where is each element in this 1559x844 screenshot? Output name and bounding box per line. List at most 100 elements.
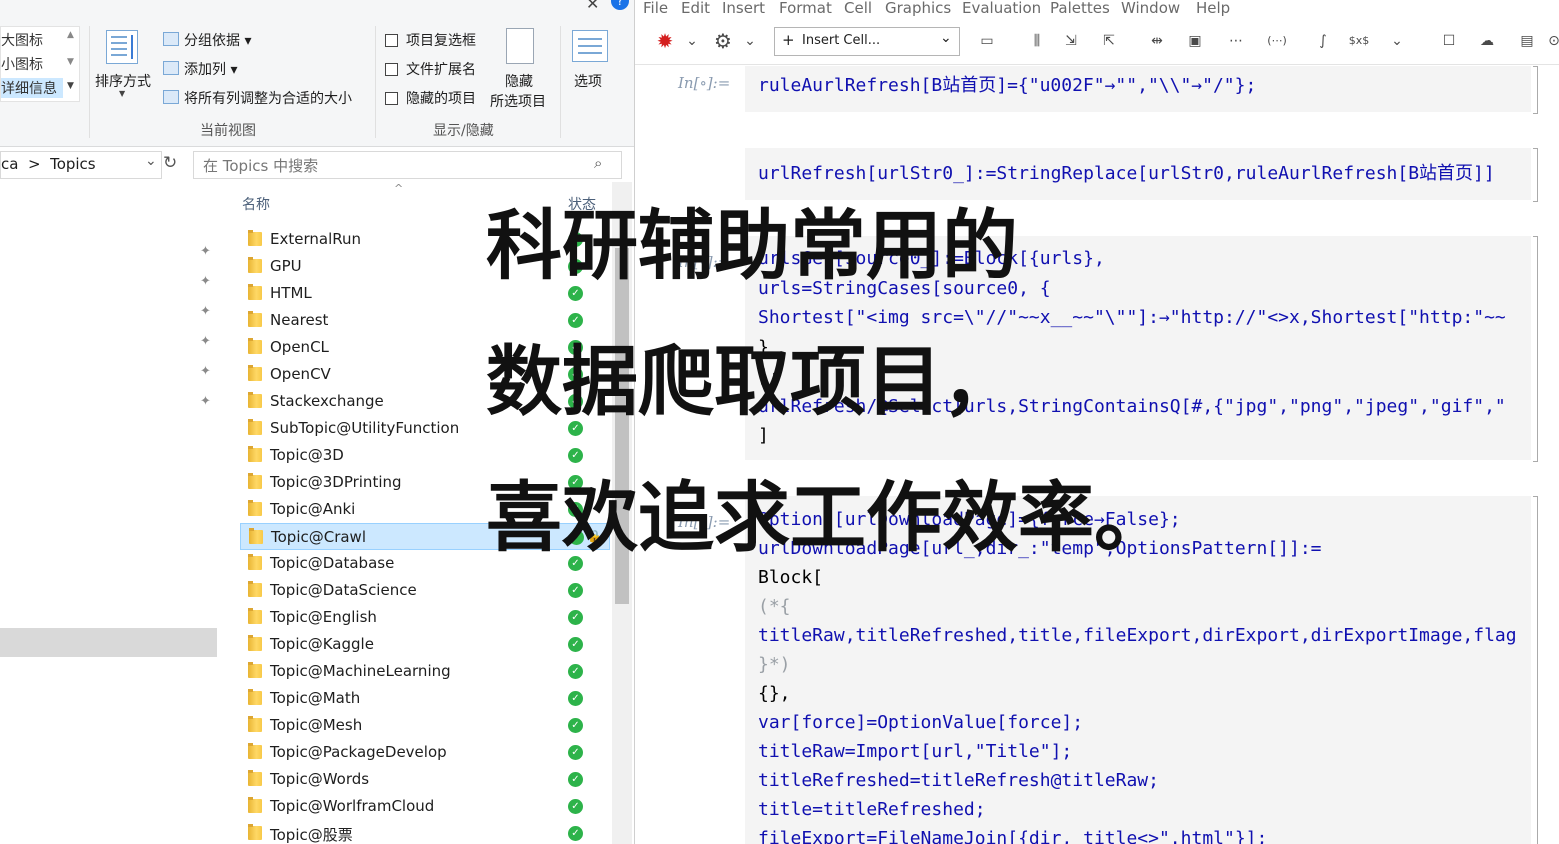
file-row[interactable]: Topic@English ✓ [240,604,610,631]
code-line[interactable]: (*{ [758,596,791,617]
cell-bracket[interactable] [1533,496,1538,844]
pin-icon[interactable]: ✦ [200,274,212,289]
sort-button[interactable]: 排序方式 [95,71,151,91]
pin-icon[interactable]: ✦ [200,334,212,349]
insert-cell-label: Insert Cell... [802,33,881,48]
presenter-icon[interactable]: ▤ [1515,30,1539,52]
menu-insert[interactable]: Insert [722,0,765,17]
hide-selected-label-1[interactable]: 隐藏 [505,71,533,91]
cell-bracket[interactable] [1533,236,1538,462]
help-icon[interactable]: ? [611,0,629,10]
address-path[interactable]: ca > Topics [1,155,96,173]
current-view-group-label: 当前视图 [200,123,256,139]
item-checkboxes-checkbox[interactable] [385,34,398,47]
file-row[interactable]: Topic@Mesh ✓ [240,712,610,739]
pin-icon[interactable]: ✦ [200,244,212,259]
wolfram-icon[interactable]: ✹ [653,30,677,52]
file-name: Topic@Kaggle [270,635,374,653]
file-row[interactable]: Topic@Kaggle ✓ [240,631,610,658]
cell-style-icon[interactable]: ▭ [975,30,999,52]
menu-edit[interactable]: Edit [681,0,710,17]
hide-selected-label-2[interactable]: 所选项目 [490,91,546,111]
expand-icon[interactable]: ⌄ [1385,30,1409,52]
chevron-down-icon[interactable]: ⌄ [145,153,157,169]
evaluate-icon[interactable]: ▣ [1183,30,1207,52]
file-row[interactable]: Topic@股票 ✓ [240,820,610,844]
scroll-up-icon[interactable]: ▲ [67,30,74,40]
cell-bracket[interactable] [1533,148,1538,202]
code-line[interactable]: fileExport=FileNameJoin[{dir, title<>".h… [758,828,1267,844]
search-icon[interactable]: ⌕ [594,154,602,172]
refresh-icon[interactable]: ↻ [163,153,177,173]
file-row[interactable]: Topic@Math ✓ [240,685,610,712]
expand-icon[interactable]: ▼ [67,81,74,91]
code-line[interactable]: }*) [758,654,791,675]
hide-selected-icon[interactable] [506,28,534,64]
ellipsis-icon[interactable]: ⋯ [1223,30,1249,52]
fit-columns-button[interactable]: 将所有列调整为合适的大小 [184,88,352,108]
more-icon[interactable]: ⊙ [1547,30,1559,52]
comment-icon[interactable]: ☐ [1437,30,1461,52]
code-line[interactable]: titleRefreshed=titleRefresh@titleRaw; [758,770,1159,791]
file-name: Topic@Math [270,689,361,707]
menu-file[interactable]: File [643,0,668,17]
menu-window[interactable]: Window [1121,0,1180,17]
file-row[interactable]: Topic@WorlframCloud ✓ [240,793,610,820]
template-icon[interactable]: (⋯) [1261,30,1293,52]
folder-icon [248,311,262,327]
layout-large-icons[interactable]: 大图标 [1,30,43,50]
layout-small-icons[interactable]: 小图标 [1,54,43,74]
code-line[interactable]: titleRaw=Import[url,"Title"]; [758,741,1072,762]
code-line[interactable]: {}, [758,683,791,704]
file-row[interactable]: Topic@PackageDevelop ✓ [240,739,610,766]
file-extensions-checkbox[interactable] [385,63,398,76]
output-icon[interactable]: ⇱ [1097,30,1121,52]
chevron-down-icon[interactable]: ⌄ [685,30,699,52]
cloud-upload-icon[interactable]: ☁ [1475,30,1499,52]
toolbar: ✹ ⌄ ⚙ ⌄ + Insert Cell... ⌄ ▭ ⫼ ⇲ ⇱ ⇹ ▣ ⋯… [635,20,1559,65]
address-bar[interactable]: ca > Topics ⌄ [0,151,162,179]
code-line[interactable]: title=titleRefreshed; [758,799,986,820]
file-row[interactable]: Topic@Words ✓ [240,766,610,793]
sort-icon[interactable] [106,30,138,64]
gear-icon[interactable]: ⚙ [711,30,735,52]
folder-icon [248,716,262,732]
pin-icon[interactable]: ✦ [200,304,212,319]
group-by-button[interactable]: 分组依据 ▾ [184,30,251,50]
menu-cell[interactable]: Cell [844,0,872,17]
split-icon[interactable]: ⇹ [1145,30,1169,52]
divide-cell-icon[interactable]: ⫼ [1025,30,1049,52]
in-label: In[∘]:= [678,74,731,92]
dollar-icon[interactable]: $x$ [1347,30,1371,52]
sync-status-icon: ✓ [568,772,583,787]
math-icon[interactable]: ∫ [1311,30,1335,52]
menu-format[interactable]: Format [779,0,832,17]
layout-details[interactable]: 详细信息 [1,78,63,98]
folder-icon [248,365,262,381]
layout-list[interactable]: 大图标 小图标 详细信息 ▲ ▼ ▼ [0,26,80,102]
options-button[interactable]: 选项 [574,71,602,91]
scroll-down-icon[interactable]: ▼ [67,57,74,67]
search-input[interactable]: 在 Topics 中搜索 [203,155,318,176]
pin-icon[interactable]: ✦ [200,394,212,409]
cell-bracket[interactable] [1533,66,1538,114]
file-row[interactable]: Topic@MachineLearning ✓ [240,658,610,685]
pin-icon[interactable]: ✦ [200,364,212,379]
add-column-button[interactable]: 添加列 ▾ [184,59,237,79]
code-line[interactable]: titleRaw,titleRefreshed,title,fileExport… [758,625,1517,646]
menu-graphics[interactable]: Graphics [885,0,951,17]
menu-help[interactable]: Help [1196,0,1230,17]
column-header-name[interactable]: 名称 [242,194,270,214]
navigation-selected-item[interactable] [0,628,217,657]
code-line[interactable]: ruleAurlRefresh[B站首页]={"u002F"→"","\\"→"… [758,71,1256,97]
menu-evaluation[interactable]: Evaluation [962,0,1041,17]
menu-palettes[interactable]: Palettes [1050,0,1110,17]
code-line[interactable]: var[force]=OptionValue[force]; [758,712,1083,733]
insert-cell-dropdown[interactable]: + Insert Cell... ⌄ [774,27,960,56]
options-icon[interactable] [572,30,608,62]
hidden-items-checkbox[interactable] [385,92,398,105]
input-icon[interactable]: ⇲ [1059,30,1083,52]
chevron-down-icon[interactable]: ⌄ [743,30,757,52]
search-box[interactable]: 在 Topics 中搜索 ⌕ [193,151,622,179]
close-icon[interactable]: ✕ [586,0,599,13]
